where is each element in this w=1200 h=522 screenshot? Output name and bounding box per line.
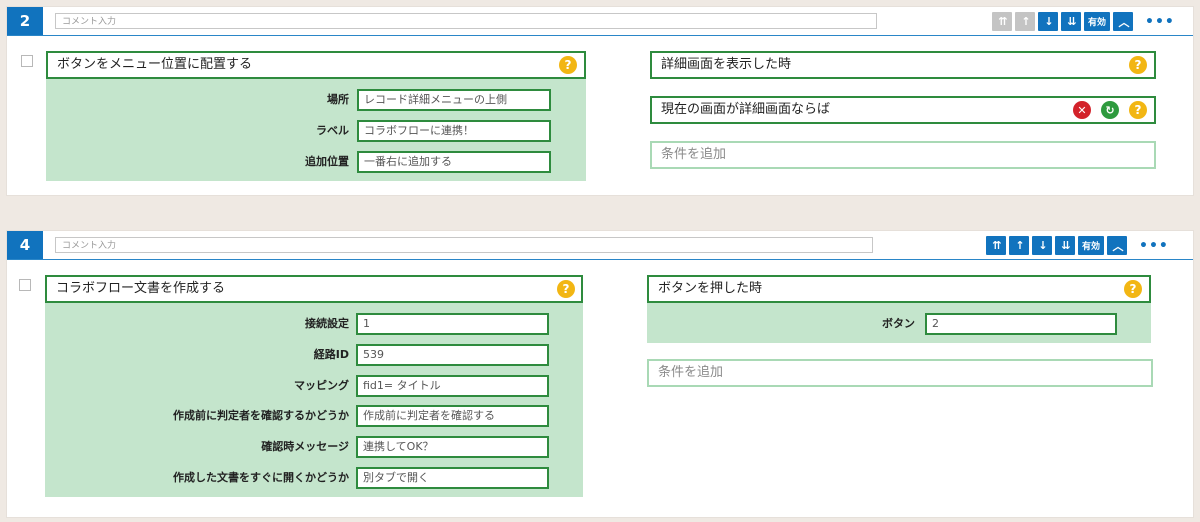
param-row: 作成前に判定者を確認するかどうか 作成前に判定者を確認する — [45, 405, 583, 427]
enabled-toggle-button[interactable]: 有効 — [1084, 12, 1110, 31]
param-position-field[interactable]: 一番右に追加する — [357, 151, 551, 173]
param-row: 場所 レコード詳細メニューの上側 — [46, 89, 586, 111]
param-label: 場所 — [327, 93, 349, 106]
action-title: コラボフロー文書を作成する — [56, 281, 226, 296]
help-icon[interactable]: ? — [559, 56, 577, 74]
param-mapping-field[interactable]: fid1= タイトル — [356, 375, 549, 397]
action-block-2: 2 コメント入力 ⇈ ↑ ↓ ⇊ 有効 ︿ ••• ボタンをメニュー位置に配置す… — [6, 6, 1194, 196]
param-row: 確認時メッセージ 連携してOK？ — [45, 436, 583, 458]
block-number: 2 — [7, 7, 43, 35]
action-title: ボタンをメニュー位置に配置する — [57, 57, 253, 72]
help-icon[interactable]: ? — [1124, 280, 1142, 298]
param-label: 確認時メッセージ — [261, 440, 349, 453]
more-menu-icon[interactable]: ••• — [1145, 14, 1175, 30]
help-icon[interactable]: ? — [557, 280, 575, 298]
param-row: マッピング fid1= タイトル — [45, 375, 583, 397]
move-bottom-button[interactable]: ⇊ — [1055, 236, 1075, 255]
move-up-button[interactable]: ↑ — [1015, 12, 1035, 31]
help-icon[interactable]: ? — [1129, 101, 1147, 119]
action-params: 場所 レコード詳細メニューの上側 ラベル コラボフローに連携！ 追加位置 一番右… — [46, 79, 586, 181]
action-header[interactable]: ボタンをメニュー位置に配置する — [46, 51, 586, 79]
param-button-field[interactable]: 2 — [925, 313, 1117, 335]
collapse-button[interactable]: ︿ — [1107, 236, 1127, 255]
move-top-button[interactable]: ⇈ — [992, 12, 1012, 31]
block-header: 4 コメント入力 ⇈ ↑ ↓ ⇊ 有効 ︿ ••• — [7, 231, 1193, 260]
param-open-document-field[interactable]: 別タブで開く — [356, 467, 549, 489]
param-row: 接続設定 1 — [45, 313, 583, 335]
param-connection-field[interactable]: 1 — [356, 313, 549, 335]
move-top-button[interactable]: ⇈ — [986, 236, 1006, 255]
enabled-toggle-button[interactable]: 有効 — [1078, 236, 1104, 255]
action-block-4: 4 コメント入力 ⇈ ↑ ↓ ⇊ 有効 ︿ ••• コラボフロー文書を作成する … — [6, 230, 1194, 518]
trigger-header[interactable]: ボタンを押した時 — [647, 275, 1151, 303]
move-bottom-button[interactable]: ⇊ — [1061, 12, 1081, 31]
comment-input[interactable]: コメント入力 — [55, 13, 877, 29]
condition-title: 現在の画面が詳細画面ならば — [661, 102, 831, 117]
param-approver-check-field[interactable]: 作成前に判定者を確認する — [356, 405, 549, 427]
trigger-header[interactable]: 詳細画面を表示した時 — [650, 51, 1156, 79]
param-label: 追加位置 — [305, 155, 349, 168]
block-number: 4 — [7, 231, 43, 259]
select-checkbox[interactable] — [19, 279, 31, 291]
collapse-button[interactable]: ︿ — [1113, 12, 1133, 31]
param-route-id-field[interactable]: 539 — [356, 344, 549, 366]
move-up-button[interactable]: ↑ — [1009, 236, 1029, 255]
action-params: 接続設定 1 経路ID 539 マッピング fid1= タイトル 作成前に判定者… — [45, 303, 583, 497]
select-checkbox[interactable] — [21, 55, 33, 67]
param-row: 経路ID 539 — [45, 344, 583, 366]
param-location-field[interactable]: レコード詳細メニューの上側 — [357, 89, 551, 111]
trigger-title: ボタンを押した時 — [658, 281, 763, 296]
param-confirm-message-field[interactable]: 連携してOK？ — [356, 436, 549, 458]
param-row: 追加位置 一番右に追加する — [46, 151, 586, 173]
trigger-title: 詳細画面を表示した時 — [661, 57, 792, 72]
block-toolbar: ⇈ ↑ ↓ ⇊ 有効 ︿ ••• — [989, 12, 1175, 31]
action-header[interactable]: コラボフロー文書を作成する — [45, 275, 583, 303]
param-label: 接続設定 — [305, 317, 349, 330]
param-label: ラベル — [316, 124, 349, 137]
move-down-button[interactable]: ↓ — [1038, 12, 1058, 31]
param-label-field[interactable]: コラボフローに連携！ — [357, 120, 551, 142]
block-toolbar: ⇈ ↑ ↓ ⇊ 有効 ︿ ••• — [983, 236, 1169, 255]
param-row: 作成した文書をすぐに開くかどうか 別タブで開く — [45, 467, 583, 489]
param-label: 作成した文書をすぐに開くかどうか — [173, 471, 349, 484]
add-condition-button[interactable]: 条件を追加 — [647, 359, 1153, 387]
param-label: ボタン — [882, 317, 915, 330]
param-row: ボタン 2 — [647, 313, 1151, 335]
param-label: 経路ID — [313, 348, 349, 361]
param-label: マッピング — [294, 379, 349, 392]
param-row: ラベル コラボフローに連携！ — [46, 120, 586, 142]
comment-input[interactable]: コメント入力 — [55, 237, 873, 253]
block-header: 2 コメント入力 ⇈ ↑ ↓ ⇊ 有効 ︿ ••• — [7, 7, 1193, 36]
add-condition-button[interactable]: 条件を追加 — [650, 141, 1156, 169]
param-label: 作成前に判定者を確認するかどうか — [173, 409, 349, 422]
delete-icon[interactable]: ✕ — [1073, 101, 1091, 119]
help-icon[interactable]: ? — [1129, 56, 1147, 74]
more-menu-icon[interactable]: ••• — [1139, 238, 1169, 254]
move-down-button[interactable]: ↓ — [1032, 236, 1052, 255]
trigger-params: ボタン 2 — [647, 303, 1151, 343]
refresh-icon[interactable]: ↻ — [1101, 101, 1119, 119]
